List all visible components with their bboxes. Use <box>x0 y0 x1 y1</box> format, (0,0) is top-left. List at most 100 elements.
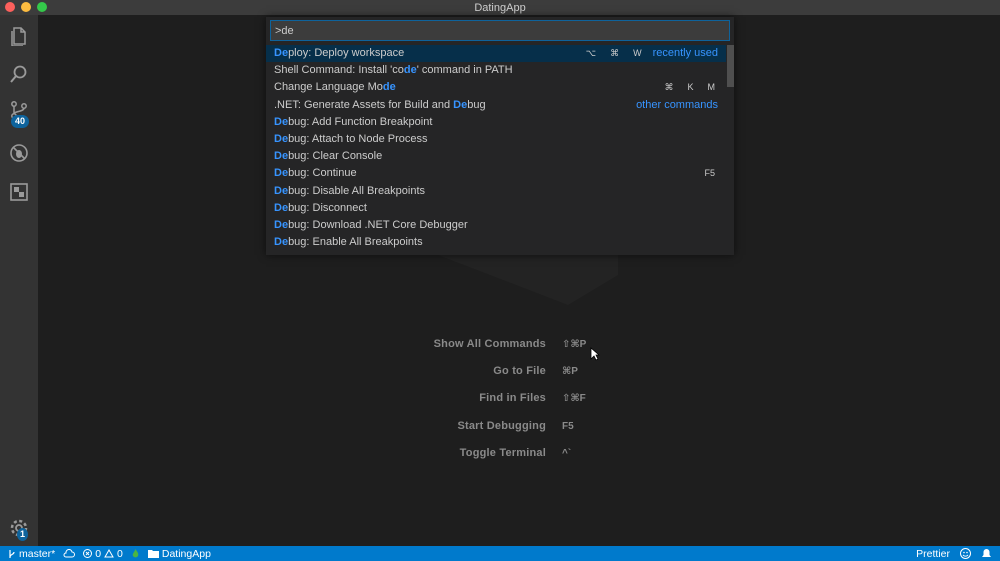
command-meta: F5 <box>701 165 718 182</box>
warning-count: 0 <box>117 547 123 560</box>
command-label-text: bug: Disable All Breakpoints <box>288 184 426 197</box>
debug-icon[interactable] <box>8 142 30 164</box>
command-match-highlight: De <box>274 218 289 231</box>
problems-indicator[interactable]: 0 0 <box>83 548 123 560</box>
scm-count-badge: 40 <box>11 115 30 128</box>
command-meta: ⌘ K M <box>661 79 718 96</box>
command-match-highlight: De <box>274 132 289 145</box>
folder-name: DatingApp <box>161 547 211 560</box>
shortcut-label: Start Debugging <box>457 420 546 432</box>
command-group-tag: recently used <box>652 47 718 59</box>
command-label-text: Shell Command: Install 'co <box>274 64 404 77</box>
bell-icon[interactable] <box>981 548 992 559</box>
live-status[interactable] <box>131 549 140 558</box>
smiley-feedback-icon[interactable] <box>960 548 971 559</box>
status-bar: master* 0 0 DatingApp Prettier <box>0 546 1000 561</box>
command-item[interactable]: Debug: Enable All Breakpoints <box>266 234 726 251</box>
command-item[interactable]: Debug: Add Function Breakpoint <box>266 114 726 131</box>
shortcut-key: F5 <box>562 421 574 432</box>
warning-icon <box>104 549 114 558</box>
command-meta: ⌥ ⌘ Wrecently used <box>583 45 718 62</box>
command-list-scrollbar[interactable] <box>727 45 734 87</box>
command-label-text: bug: Clear Console <box>288 150 383 163</box>
flame-icon <box>132 549 139 558</box>
command-item[interactable]: Deploy: Deploy workspace ⌥ ⌘ Wrecently used <box>266 45 726 63</box>
command-item[interactable]: Debug: Disconnect <box>266 200 726 217</box>
sync-button[interactable] <box>63 549 76 558</box>
command-match-highlight: De <box>453 98 468 111</box>
command-label-text: ploy: Deploy workspace <box>288 47 405 59</box>
command-label-text: Change Language Mo <box>274 81 383 94</box>
command-group-tag: other commands <box>636 98 718 111</box>
window-title: DatingApp <box>474 1 526 14</box>
shortcut-label: Show All Commands <box>433 338 546 350</box>
command-item[interactable]: .NET: Generate Assets for Build and Debu… <box>266 97 726 114</box>
settings-badge: 1 <box>17 528 29 541</box>
title-bar: DatingApp <box>0 0 1000 15</box>
command-match-highlight: de <box>382 81 396 94</box>
vscode-logo-watermark-icon <box>438 255 618 305</box>
shortcut-label: Find in Files <box>479 392 546 404</box>
command-match-highlight: De <box>274 201 289 214</box>
command-palette: Deploy: Deploy workspace⌥⌘Wrecently used… <box>266 17 734 255</box>
keybinding-key: M <box>707 82 716 93</box>
command-label-text: bug: Continue <box>288 167 357 180</box>
keybinding-key: W <box>633 48 642 58</box>
prettier-button[interactable]: Prettier <box>916 548 950 560</box>
command-item[interactable]: Shell Command: Install 'code' command in… <box>266 62 726 79</box>
command-item[interactable]: Change Language Mode ⌘ K M <box>266 79 726 96</box>
command-label-text: ' command in PATH <box>416 64 513 77</box>
command-match-highlight: De <box>274 115 289 128</box>
keybinding-key: ⌘ <box>664 82 674 93</box>
keybinding-key: ⌘ <box>610 48 620 58</box>
command-match-highlight: De <box>274 167 289 180</box>
activity-bar: 40 1 <box>0 15 38 546</box>
folder-indicator[interactable]: DatingApp <box>147 547 211 560</box>
command-list: Deploy: Deploy workspace ⌥ ⌘ Wrecently used… <box>266 45 726 251</box>
git-branch-icon <box>9 549 15 558</box>
keybinding-key: ⌥ <box>585 48 597 58</box>
close-window-button[interactable] <box>5 2 15 12</box>
shortcut-key: ⇧⌘F <box>562 393 586 404</box>
command-match-highlight: De <box>274 150 289 163</box>
command-label-text: bug: Disconnect <box>288 201 367 214</box>
command-item[interactable]: Debug: Disable All Breakpoints <box>266 183 726 200</box>
mouse-pointer-icon <box>590 347 600 361</box>
command-match-highlight: de <box>403 64 417 77</box>
command-label-text: bug: Add Function Breakpoint <box>288 115 433 128</box>
command-label-text: bug: Attach to Node Process <box>288 132 428 145</box>
command-item[interactable]: Debug: Attach to Node Process <box>266 131 726 148</box>
maximize-window-button[interactable] <box>37 2 47 12</box>
window-controls <box>5 2 47 12</box>
shortcut-key: ⇧⌘P <box>562 339 587 350</box>
shortcut-key: ^` <box>562 448 572 459</box>
explorer-icon[interactable] <box>8 25 30 47</box>
command-label-text: bug <box>467 98 486 111</box>
error-count: 0 <box>95 547 102 560</box>
command-label-text: bug: Download .NET Core Debugger <box>288 218 468 231</box>
command-item[interactable]: Debug: Clear Console <box>266 148 726 165</box>
minimize-window-button[interactable] <box>21 2 31 12</box>
shortcut-label: Go to File <box>493 365 546 377</box>
keybinding-key: F5 <box>704 168 715 179</box>
command-item[interactable]: Debug: Download .NET Core Debugger <box>266 217 726 234</box>
command-label-text: .NET: Generate Assets for Build and <box>274 98 454 111</box>
command-label-text: bug: Enable All Breakpoints <box>288 236 423 249</box>
command-match-highlight: De <box>274 47 289 59</box>
cloud-upload-icon <box>63 549 76 558</box>
extensions-icon[interactable] <box>8 181 30 203</box>
folder-icon <box>147 550 159 558</box>
shortcut-label: Toggle Terminal <box>459 447 546 459</box>
status-right: Prettier <box>916 546 992 561</box>
keybinding-key: K <box>687 82 694 93</box>
shortcut-key: ⌘P <box>562 366 578 377</box>
command-item[interactable]: Debug: Continue F5 <box>266 165 726 182</box>
branch-name: master* <box>19 547 56 560</box>
command-meta: other commands <box>636 97 718 114</box>
search-icon[interactable] <box>8 63 30 85</box>
command-palette-input[interactable] <box>270 20 730 41</box>
error-icon <box>83 549 93 558</box>
command-match-highlight: De <box>274 236 289 249</box>
command-match-highlight: De <box>274 184 289 197</box>
branch-indicator[interactable]: master* <box>8 548 55 560</box>
